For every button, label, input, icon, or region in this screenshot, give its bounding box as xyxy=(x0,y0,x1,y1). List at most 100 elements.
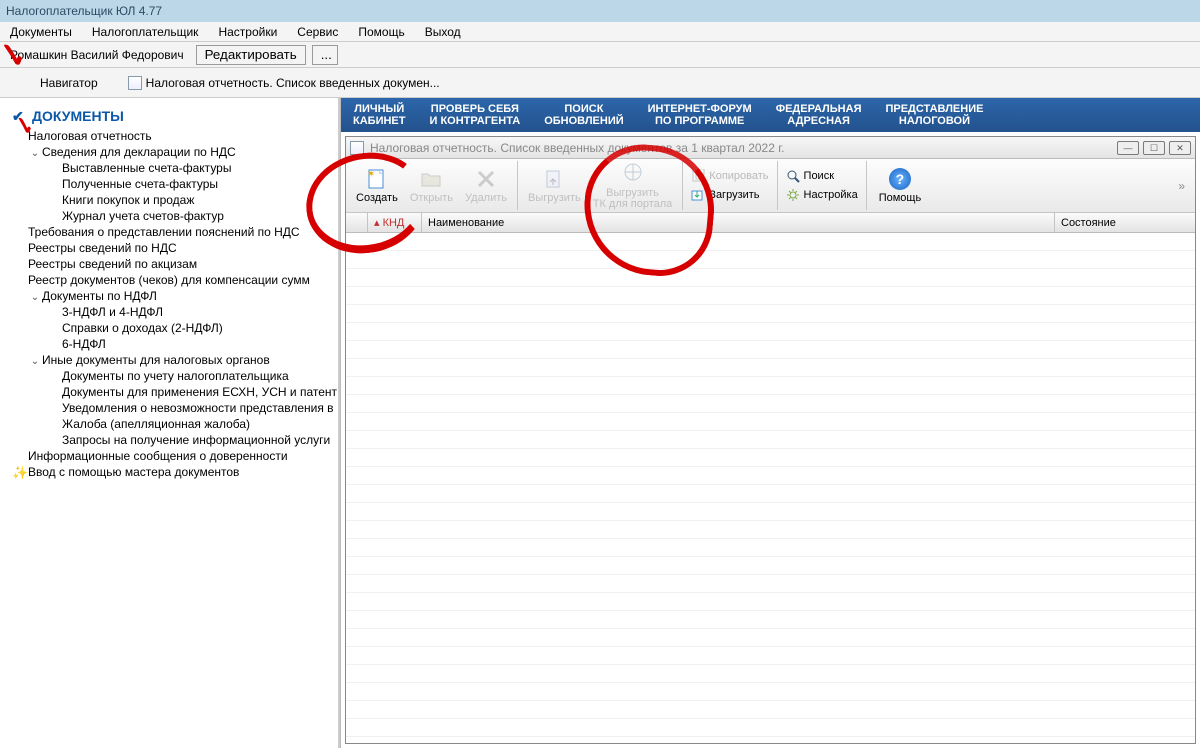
tab-forum[interactable]: ИНТЕРНЕТ-ФОРУМ ПО ПРОГРАММЕ xyxy=(636,103,764,127)
toolbar-settings-button[interactable]: Настройка xyxy=(782,187,862,203)
tree-vat-info[interactable]: ⌄Сведения для декларации по НДС xyxy=(4,144,338,160)
window-titlebar: Налогоплательщик ЮЛ 4.77 xyxy=(0,0,1200,22)
tree-proxy-info[interactable]: Информационные сообщения о доверенности xyxy=(4,448,338,464)
toolbar-unload-tk-label: Выгрузить ТК для портала xyxy=(593,188,673,210)
breadcrumb-navigator[interactable]: Навигатор xyxy=(40,76,98,90)
tree-complaint[interactable]: Жалоба (апелляционная жалоба) xyxy=(4,416,338,432)
tree-purchase-sales-books[interactable]: Книги покупок и продаж xyxy=(4,192,338,208)
table-header: ▴ КНД Наименование Состояние xyxy=(346,213,1195,233)
toolbar-copy-button[interactable]: Копировать xyxy=(687,168,772,184)
toolbar-create-label: Создать xyxy=(356,193,398,204)
tree-info-service[interactable]: Запросы на получение информационной услу… xyxy=(4,432,338,448)
menu-service[interactable]: Сервис xyxy=(289,23,346,41)
toolbar-unload-tk-button[interactable]: Выгрузить ТК для портала xyxy=(587,161,679,210)
toolbar-settings-label: Настройка xyxy=(804,189,858,201)
navigator-pane: ✓ ✔ ДОКУМЕНТЫ Налоговая отчетность ⌄Свед… xyxy=(0,98,340,748)
toolbar-load-label: Загрузить xyxy=(709,189,759,201)
breadcrumb-navigator-label: Навигатор xyxy=(40,76,98,90)
more-user-button[interactable]: ... xyxy=(312,45,338,65)
document-window-title: Налоговая отчетность. Список введенных д… xyxy=(370,141,784,155)
table-col-name[interactable]: Наименование xyxy=(422,213,1055,232)
tab-check[interactable]: ПРОВЕРЬ СЕБЯ И КОНТРАГЕНТА xyxy=(417,103,532,127)
tree-invoice-journal[interactable]: Журнал учета счетов-фактур xyxy=(4,208,338,224)
nav-section-title: ✔ ДОКУМЕНТЫ xyxy=(4,106,338,128)
tree-ndfl-docs[interactable]: ⌄Документы по НДФЛ xyxy=(4,288,338,304)
toolbar-open-label: Открыть xyxy=(410,193,453,204)
workspace: ЛИЧНЫЙ КАБИНЕТ ПРОВЕРЬ СЕБЯ И КОНТРАГЕНТ… xyxy=(340,98,1200,748)
menu-exit[interactable]: Выход xyxy=(417,23,469,41)
open-folder-icon xyxy=(419,167,443,191)
tree-taxpayer-docs[interactable]: Документы по учету налогоплательщика xyxy=(4,368,338,384)
wand-icon: ✨ xyxy=(12,465,26,479)
toolbar-help-label: Помощь xyxy=(879,192,922,204)
tree-tax-reporting[interactable]: Налоговая отчетность xyxy=(4,128,338,144)
documents-table[interactable]: ▴ КНД Наименование Состояние xyxy=(346,213,1195,743)
table-body-empty xyxy=(346,233,1195,743)
tree-excise-registries[interactable]: Реестры сведений по акцизам xyxy=(4,256,338,272)
app-title: Налогоплательщик ЮЛ 4.77 xyxy=(6,4,162,18)
toolbar-unload-label: Выгрузить xyxy=(528,193,581,204)
document-icon xyxy=(350,141,364,155)
menu-documents[interactable]: Документы xyxy=(2,23,80,41)
window-close-button[interactable]: ✕ xyxy=(1169,141,1191,155)
tree-ndfl-2[interactable]: Справки о доходах (2-НДФЛ) xyxy=(4,320,338,336)
tab-federal[interactable]: ФЕДЕРАЛЬНАЯ АДРЕСНАЯ xyxy=(764,103,874,127)
menu-help[interactable]: Помощь xyxy=(350,23,412,41)
tree-esxn-usn[interactable]: Документы для применения ЕСХН, УСН и пат… xyxy=(4,384,338,400)
copy-icon xyxy=(691,169,705,183)
new-file-icon: ✶ xyxy=(365,167,389,191)
help-icon: ? xyxy=(889,168,911,190)
nav-tree: Налоговая отчетность ⌄Сведения для декла… xyxy=(4,128,338,480)
toolbar-create-button[interactable]: ✶ Создать xyxy=(350,161,404,210)
blue-nav-tabs: ЛИЧНЫЙ КАБИНЕТ ПРОВЕРЬ СЕБЯ И КОНТРАГЕНТ… xyxy=(341,98,1200,132)
toolbar-search-label: Поиск xyxy=(804,170,834,182)
toolbar-chevron-icon[interactable]: » xyxy=(1178,179,1191,193)
tree-issued-invoices[interactable]: Выставленные счета-фактуры xyxy=(4,160,338,176)
document-window-titlebar: Налоговая отчетность. Список введенных д… xyxy=(346,137,1195,159)
toolbar-delete-button[interactable]: Удалить xyxy=(459,161,513,210)
document-icon xyxy=(128,76,142,90)
tree-compensation-registry[interactable]: Реестр документов (чеков) для компенсаци… xyxy=(4,272,338,288)
tree-other-docs[interactable]: ⌄Иные документы для налоговых органов xyxy=(4,352,338,368)
tab-updates[interactable]: ПОИСК ОБНОВЛЕНИЙ xyxy=(532,103,635,127)
export-icon xyxy=(542,167,566,191)
document-window: Налоговая отчетность. Список введенных д… xyxy=(345,136,1196,744)
table-col-knd[interactable]: ▴ КНД xyxy=(368,213,422,232)
tab-submit[interactable]: ПРЕДСТАВЛЕНИЕ НАЛОГОВОЙ xyxy=(873,103,995,127)
tree-ndfl-34[interactable]: 3-НДФЛ и 4-НДФЛ xyxy=(4,304,338,320)
toolbar-help-button[interactable]: ? Помощь xyxy=(871,166,930,206)
menu-settings[interactable]: Настройки xyxy=(210,23,285,41)
tree-received-invoices[interactable]: Полученные счета-фактуры xyxy=(4,176,338,192)
gear-icon xyxy=(786,188,800,202)
import-icon xyxy=(691,188,705,202)
toolbar-delete-label: Удалить xyxy=(465,193,507,204)
user-row: ✓ Ромашкин Василий Федорович Редактирова… xyxy=(0,42,1200,68)
edit-user-button[interactable]: Редактировать xyxy=(196,45,306,65)
toolbar-load-button[interactable]: Загрузить xyxy=(687,187,772,203)
toolbar-unload-button[interactable]: Выгрузить xyxy=(522,161,587,210)
tree-vat-requirements[interactable]: Требования о представлении пояснений по … xyxy=(4,224,338,240)
tree-wizard[interactable]: ✨ Ввод с помощью мастера документов xyxy=(4,464,338,480)
toolbar-copy-label: Копировать xyxy=(709,170,768,182)
tree-impossibility[interactable]: Уведомления о невозможности представлени… xyxy=(4,400,338,416)
search-icon xyxy=(786,169,800,183)
menu-taxpayer[interactable]: Налогоплательщик xyxy=(84,23,207,41)
table-col-state[interactable]: Состояние xyxy=(1055,213,1195,232)
breadcrumb-document-list[interactable]: Налоговая отчетность. Список введенных д… xyxy=(128,76,440,90)
tree-ndfl-6[interactable]: 6-НДФЛ xyxy=(4,336,338,352)
tab-cabinet[interactable]: ЛИЧНЫЙ КАБИНЕТ xyxy=(341,103,417,127)
table-col-flag[interactable] xyxy=(346,213,368,232)
breadcrumb-bar: Навигатор Налоговая отчетность. Список в… xyxy=(0,68,1200,98)
window-minimize-button[interactable]: — xyxy=(1117,141,1139,155)
globe-export-icon xyxy=(621,162,645,186)
svg-text:✶: ✶ xyxy=(367,169,375,180)
tree-vat-registries[interactable]: Реестры сведений по НДС xyxy=(4,240,338,256)
breadcrumb-document-label: Налоговая отчетность. Список введенных д… xyxy=(146,76,440,90)
toolbar-open-button[interactable]: Открыть xyxy=(404,161,459,210)
main-menu: Документы Налогоплательщик Настройки Сер… xyxy=(0,22,1200,42)
document-toolbar: ✶ Создать Открыть Удалить xyxy=(346,159,1195,213)
user-name: Ромашкин Василий Федорович xyxy=(4,46,190,64)
window-maximize-button[interactable]: ☐ xyxy=(1143,141,1165,155)
toolbar-search-button[interactable]: Поиск xyxy=(782,168,862,184)
delete-icon xyxy=(474,167,498,191)
